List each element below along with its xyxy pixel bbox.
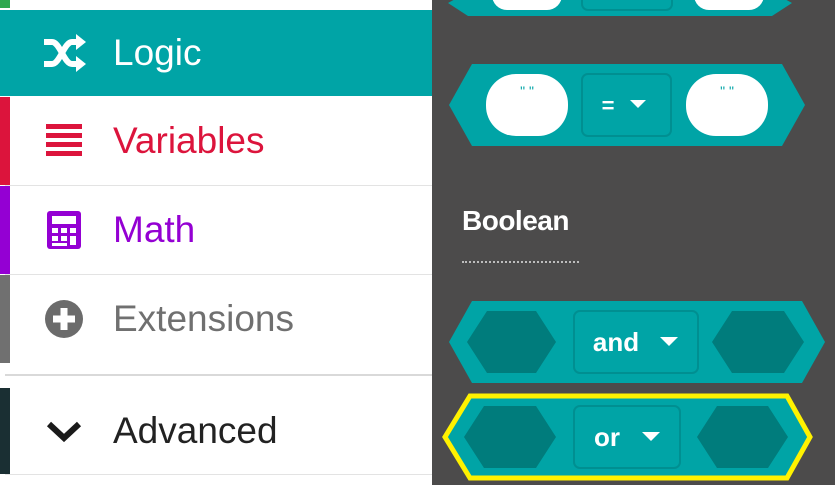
category-label: Extensions [113, 298, 294, 339]
and-block[interactable]: and [449, 301, 825, 383]
section-divider [462, 261, 579, 263]
block-flyout: " " = " " and or Boolean [432, 0, 835, 485]
category-extensions[interactable]: Extensions [0, 275, 432, 363]
partial-block[interactable] [448, 0, 792, 16]
and-operator[interactable]: and [593, 327, 639, 357]
category-color-bar [0, 186, 10, 274]
category-advanced[interactable]: Advanced [0, 388, 432, 474]
or-block[interactable]: or [442, 393, 813, 481]
category-color-bar [0, 97, 10, 185]
category-label: Logic [113, 32, 202, 73]
divider [5, 474, 432, 475]
toolbox: Logic Variables Math Extensions Advanced [0, 0, 432, 485]
plus-circle-icon [42, 297, 86, 341]
shuffle-icon [42, 31, 86, 75]
category-color-bar [0, 10, 10, 96]
section-title: Boolean [462, 205, 569, 236]
compare-block[interactable]: " " = " " [449, 64, 805, 146]
chevron-down-icon [42, 409, 86, 453]
category-logic[interactable]: Logic [0, 10, 432, 96]
compare-left-value: " " [520, 83, 534, 99]
compare-operator[interactable]: = [602, 93, 615, 118]
category-label: Variables [113, 120, 265, 161]
category-label: Advanced [113, 410, 278, 451]
category-color-bar [0, 388, 10, 474]
category-math[interactable]: Math [0, 186, 432, 274]
category-label: Math [113, 209, 196, 250]
calculator-icon [42, 208, 86, 252]
category-color-bar [0, 275, 10, 363]
list-icon [42, 119, 86, 163]
compare-right-value: " " [720, 83, 734, 99]
category-color-strip [0, 0, 10, 8]
divider [5, 374, 432, 376]
or-operator[interactable]: or [594, 422, 620, 452]
category-variables[interactable]: Variables [0, 97, 432, 185]
